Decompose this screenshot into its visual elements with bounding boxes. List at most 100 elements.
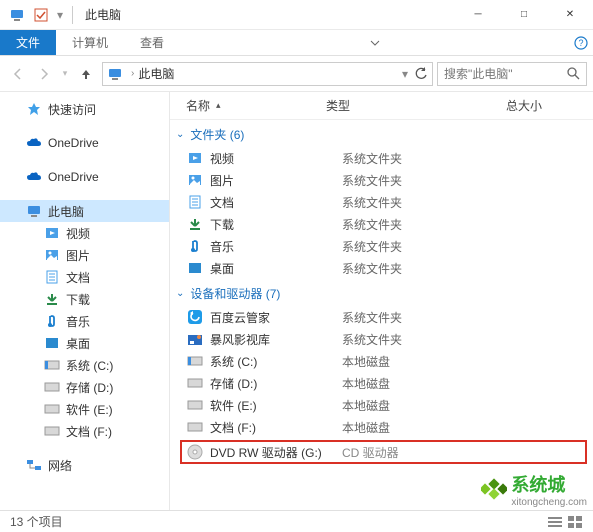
item-icon [44,423,60,439]
body: 快速访问 OneDrive OneDrive 此电脑 视频图片文档下载音乐桌面系… [0,92,593,512]
list-item[interactable]: 百度云管家系统文件夹 [170,306,593,328]
sidebar-item-this-pc[interactable]: 此电脑 [0,200,169,222]
sidebar-item[interactable]: 系统 (C:) [0,354,169,376]
sidebar-item[interactable]: 下载 [0,288,169,310]
sidebar-item[interactable]: 音乐 [0,310,169,332]
status-count: 13 个项目 [10,513,63,530]
column-size[interactable]: 总大小 [498,97,593,114]
group-folders[interactable]: ⌄ 文件夹 (6) [170,120,593,147]
address-bar[interactable]: › 此电脑 ▾ [102,62,433,86]
forward-button[interactable] [32,62,56,86]
qat-dropdown-icon[interactable]: ▾ [54,4,66,26]
nav-arrows: ▾ [6,62,98,86]
list-item[interactable]: 暴风影视库系统文件夹 [170,328,593,350]
sidebar-item-label: 音乐 [66,313,90,330]
main-panel: 名称 ▴ 类型 总大小 ⌄ 文件夹 (6) 视频系统文件夹图片系统文件夹文档系统… [170,92,593,512]
item-icon [44,225,60,241]
sidebar-item-label: 视频 [66,225,90,242]
sidebar-item-quick-access[interactable]: 快速访问 [0,98,169,120]
tab-computer[interactable]: 计算机 [56,30,124,55]
ribbon-help-icon[interactable]: ? [569,30,593,55]
list-item[interactable]: 图片系统文件夹 [170,169,593,191]
chevron-down-icon: ⌄ [176,288,184,299]
sidebar-item-label: 桌面 [66,335,90,352]
item-icon [44,313,60,329]
sidebar-item[interactable]: 软件 (E:) [0,398,169,420]
minimize-button[interactable]: ─ [455,0,501,30]
sidebar-item[interactable]: 视频 [0,222,169,244]
qat-separator [72,6,73,24]
maximize-button[interactable]: □ [501,0,547,30]
group-label: 设备和驱动器 (7) [190,285,280,302]
sidebar-item[interactable]: 存储 (D:) [0,376,169,398]
tiles-view-icon[interactable] [567,515,583,529]
sidebar-item-onedrive[interactable]: OneDrive [0,166,169,188]
sidebar-item[interactable]: 文档 (F:) [0,420,169,442]
back-button[interactable] [6,62,30,86]
ribbon-expand-icon[interactable] [360,30,390,55]
search-input[interactable]: 搜索"此电脑" [437,62,587,86]
svg-text:?: ? [578,38,583,48]
item-name: 图片 [210,172,338,189]
group-drives[interactable]: ⌄ 设备和驱动器 (7) [170,279,593,306]
item-icon [44,357,60,373]
details-view-icon[interactable] [547,515,563,529]
sidebar-item-label: 存储 (D:) [66,379,113,396]
item-name: 软件 (E:) [210,397,338,414]
close-button[interactable]: ✕ [547,0,593,30]
sidebar-item-label: OneDrive [48,170,99,184]
list-item[interactable]: 软件 (E:)本地磁盘 [170,394,593,416]
sidebar-item-label: 系统 (C:) [66,357,113,374]
navigation-pane: 快速访问 OneDrive OneDrive 此电脑 视频图片文档下载音乐桌面系… [0,92,170,512]
item-icon [186,150,204,166]
sidebar-item-label: 软件 (E:) [66,401,113,418]
list-item[interactable]: 存储 (D:)本地磁盘 [170,372,593,394]
item-list: ⌄ 文件夹 (6) 视频系统文件夹图片系统文件夹文档系统文件夹下载系统文件夹音乐… [170,120,593,512]
list-item-dvd[interactable]: DVD RW 驱动器 (G:) CD 驱动器 [180,440,587,464]
sidebar-item-onedrive[interactable]: OneDrive [0,132,169,154]
item-icon [44,291,60,307]
item-type: 本地磁盘 [338,353,518,370]
list-item[interactable]: 下载系统文件夹 [170,213,593,235]
item-icon [186,194,204,210]
pc-icon [26,203,42,219]
list-item[interactable]: 文档 (F:)本地磁盘 [170,416,593,438]
item-icon [186,216,204,232]
sidebar-item[interactable]: 图片 [0,244,169,266]
address-dropdown-icon[interactable]: ▾ [402,67,408,81]
pc-icon [107,66,123,82]
sidebar-item-network[interactable]: 网络 [0,454,169,476]
column-headers: 名称 ▴ 类型 总大小 [170,92,593,120]
list-item[interactable]: 系统 (C:)本地磁盘 [170,350,593,372]
search-icon[interactable] [567,67,580,80]
item-icon [44,335,60,351]
item-icon [186,375,204,391]
column-name[interactable]: 名称 ▴ [170,97,318,114]
list-item[interactable]: 视频系统文件夹 [170,147,593,169]
column-type[interactable]: 类型 [318,97,498,114]
sidebar-item-label: 下载 [66,291,90,308]
recent-dropdown-icon[interactable]: ▾ [58,62,72,86]
titlebar: ▾ 此电脑 ─ □ ✕ [0,0,593,30]
refresh-icon[interactable] [414,67,428,81]
item-icon [44,401,60,417]
item-type: 系统文件夹 [338,194,518,211]
tab-view[interactable]: 查看 [124,30,180,55]
breadcrumb-sep-icon[interactable]: › [131,68,134,79]
sidebar-item[interactable]: 桌面 [0,332,169,354]
item-type: 系统文件夹 [338,260,518,277]
item-icon [44,247,60,263]
list-item[interactable]: 文档系统文件夹 [170,191,593,213]
list-item[interactable]: 桌面系统文件夹 [170,257,593,279]
network-icon [26,457,42,473]
sidebar-item[interactable]: 文档 [0,266,169,288]
up-button[interactable] [74,62,98,86]
item-name: 桌面 [210,260,338,277]
list-item[interactable]: 音乐系统文件夹 [170,235,593,257]
cloud-icon [26,169,42,185]
properties-checkbox-icon[interactable] [30,4,52,26]
breadcrumb-root[interactable]: 此电脑 [138,65,174,82]
tab-file[interactable]: 文件 [0,30,56,55]
item-name: 文档 (F:) [210,419,338,436]
window-controls: ─ □ ✕ [455,0,593,30]
